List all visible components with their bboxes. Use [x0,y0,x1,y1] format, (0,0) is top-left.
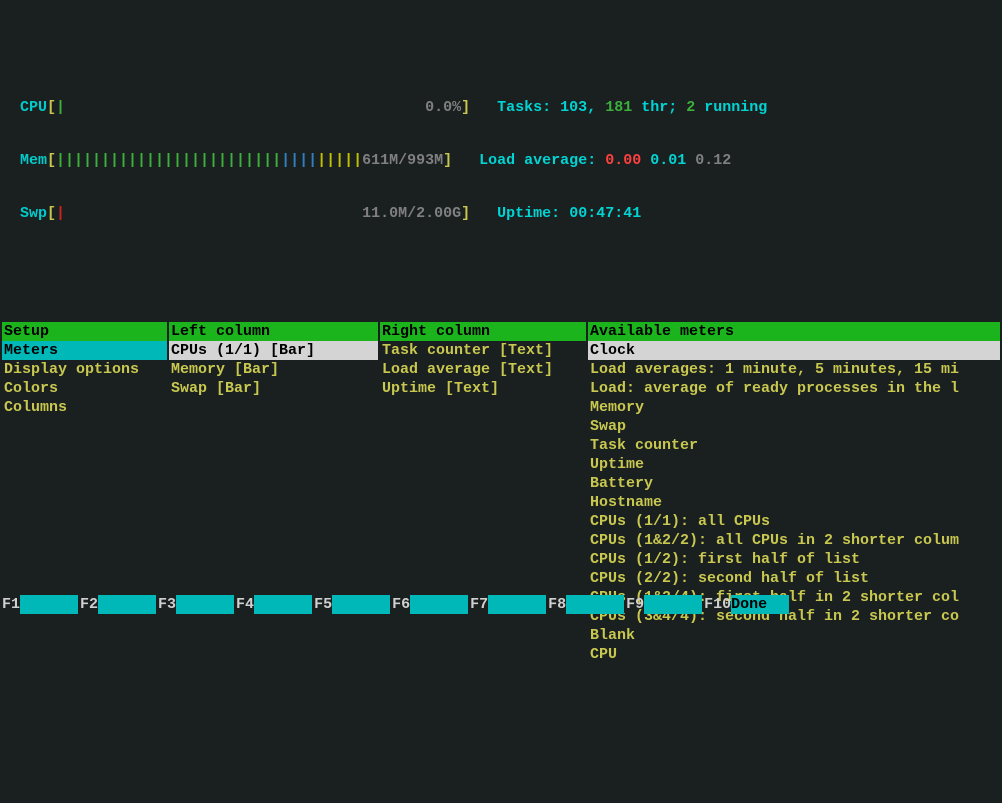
setup-header: Setup [2,322,167,341]
avail-item[interactable]: Uptime [588,455,1000,474]
mem-meter: Mem[||||||||||||||||||||||||||||||||||61… [20,151,1002,170]
avail-item[interactable]: CPUs (2/2): second half of list [588,569,1000,588]
fkey-f1[interactable]: F1 [0,595,78,614]
setup-item[interactable]: Meters [2,341,167,360]
left-item[interactable]: Swap [Bar] [169,379,378,398]
fkey-f2[interactable]: F2 [78,595,156,614]
function-key-bar: F1 F2 F3 F4 F5 F6 F7 F8 F9 F10Done [0,595,1002,614]
avail-item[interactable]: Hostname [588,493,1000,512]
top-meters: CPU[| 0.0%] Tasks: 103, 181 thr; 2 runni… [0,34,1002,257]
fkey-f6[interactable]: F6 [390,595,468,614]
cpu-bar: | [56,99,65,116]
right-item[interactable]: Task counter [Text] [380,341,586,360]
setup-panels: Setup MetersDisplay optionsColorsColumns… [0,322,1002,752]
available-meters-column[interactable]: Available meters ClockLoad averages: 1 m… [588,322,1000,752]
swp-meter: Swp[| 11.0M/2.00G] Uptime: 00:47:41 [20,204,1002,223]
cpu-meter: CPU[| 0.0%] Tasks: 103, 181 thr; 2 runni… [20,98,1002,117]
left-item[interactable]: CPUs (1/1) [Bar] [169,341,378,360]
left-column[interactable]: Left column CPUs (1/1) [Bar]Memory [Bar]… [169,322,378,752]
avail-item[interactable]: Load averages: 1 minute, 5 minutes, 15 m… [588,360,1000,379]
avail-item[interactable]: Battery [588,474,1000,493]
avail-item[interactable]: CPUs (1/2): first half of list [588,550,1000,569]
avail-item[interactable]: Task counter [588,436,1000,455]
avail-item[interactable]: CPU [588,645,1000,664]
avail-item[interactable]: Memory [588,398,1000,417]
avail-item[interactable]: CPUs (1/1): all CPUs [588,512,1000,531]
avail-item[interactable]: Clock [588,341,1000,360]
fkey-f8[interactable]: F8 [546,595,624,614]
fkey-f9[interactable]: F9 [624,595,702,614]
fkey-f4[interactable]: F4 [234,595,312,614]
right-item[interactable]: Load average [Text] [380,360,586,379]
setup-column[interactable]: Setup MetersDisplay optionsColorsColumns [2,322,167,752]
setup-item[interactable]: Colors [2,379,167,398]
fkey-f7[interactable]: F7 [468,595,546,614]
right-header: Right column [380,322,586,341]
swp-bar: | [56,205,65,222]
right-column[interactable]: Right column Task counter [Text]Load ave… [380,322,586,752]
mem-bar: ||||||||||||||||||||||||| [56,152,281,169]
setup-item[interactable]: Display options [2,360,167,379]
fkey-f10[interactable]: F10Done [702,595,789,614]
setup-item[interactable]: Columns [2,398,167,417]
fkey-f3[interactable]: F3 [156,595,234,614]
avail-item[interactable]: Blank [588,626,1000,645]
avail-header: Available meters [588,322,1000,341]
left-item[interactable]: Memory [Bar] [169,360,378,379]
avail-item[interactable]: Swap [588,417,1000,436]
avail-item[interactable]: Load: average of ready processes in the … [588,379,1000,398]
left-header: Left column [169,322,378,341]
avail-item[interactable]: CPUs (1&2/2): all CPUs in 2 shorter colu… [588,531,1000,550]
fkey-f5[interactable]: F5 [312,595,390,614]
right-item[interactable]: Uptime [Text] [380,379,586,398]
